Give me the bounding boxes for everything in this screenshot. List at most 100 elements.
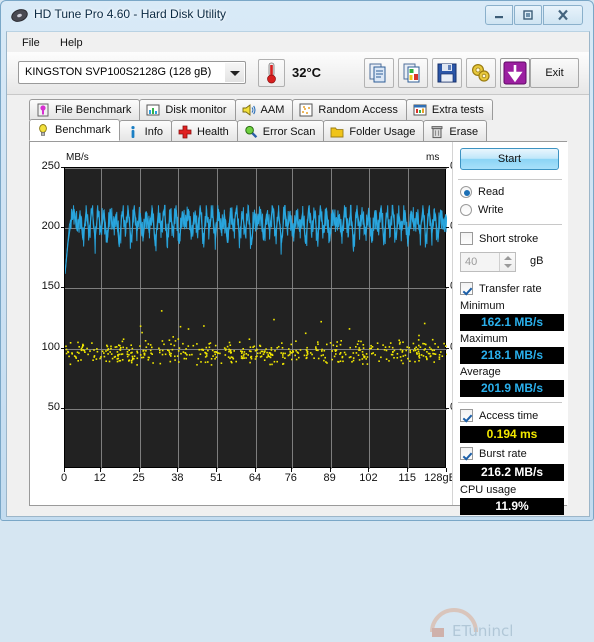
short-stroke-label: Short stroke: [479, 233, 538, 245]
radio-read-indicator[interactable]: [460, 186, 472, 198]
tab-health[interactable]: Health: [171, 120, 238, 142]
bar-chart-icon: [146, 103, 160, 117]
tab-random-access[interactable]: Random Access: [292, 99, 406, 120]
access-time-checkbox[interactable]: [460, 409, 473, 422]
transfer-rate-checkbox[interactable]: [460, 282, 473, 295]
checkbox-access-time[interactable]: Access time: [460, 409, 538, 422]
y-axis-label: MB/s: [66, 152, 89, 163]
magnifier-icon: [244, 125, 258, 139]
menu-help[interactable]: Help: [53, 35, 90, 51]
cpu-usage-label: CPU usage: [460, 484, 516, 496]
title-bar: HD Tune Pro 4.60 - Hard Disk Utility: [1, 1, 593, 31]
tab-erase[interactable]: Erase: [423, 120, 487, 142]
close-icon: [556, 9, 570, 22]
tab-aam[interactable]: AAM: [235, 99, 294, 120]
minimize-button[interactable]: [485, 5, 513, 25]
y-axis-tick: 100: [30, 341, 60, 353]
drive-select-dropdown[interactable]: KINGSTON SVP100S2128G (128 gB): [18, 61, 246, 84]
save-button[interactable]: [432, 58, 462, 88]
tab-label: Erase: [449, 126, 478, 138]
gears-icon: [470, 62, 492, 84]
radio-read-label: Read: [478, 186, 504, 198]
radio-read[interactable]: Read: [460, 186, 504, 198]
divider: [458, 224, 562, 225]
tab-disk-monitor[interactable]: Disk monitor: [139, 99, 235, 120]
cpu-usage-value: 11.9%: [460, 498, 564, 515]
settings-button[interactable]: [466, 58, 496, 88]
x-axis-tick: 12: [83, 472, 117, 484]
stepper-arrows-icon[interactable]: [499, 253, 515, 271]
window-title: HD Tune Pro 4.60 - Hard Disk Utility: [34, 7, 226, 21]
transfer-rate-label: Transfer rate: [479, 283, 542, 295]
tab-label: File Benchmark: [55, 104, 131, 116]
thermometer-icon: [258, 59, 285, 87]
y-axis-tick: 200: [30, 220, 60, 232]
checkbox-short-stroke[interactable]: Short stroke: [460, 232, 538, 245]
average-value: 201.9 MB/s: [460, 380, 564, 397]
menu-bar: File Help: [7, 32, 589, 52]
maximize-icon: [522, 9, 534, 21]
maximum-label: Maximum: [460, 333, 508, 345]
y2-axis-label: ms: [426, 152, 439, 163]
menu-file[interactable]: File: [15, 35, 47, 51]
speaker-icon: [242, 103, 256, 117]
download-button[interactable]: [500, 58, 530, 88]
copy-icon: [368, 62, 390, 84]
plot-area: [64, 167, 446, 468]
drive-select-value: KINGSTON SVP100S2128G (128 gB): [25, 66, 211, 78]
tick-mark: [291, 468, 292, 472]
exit-button[interactable]: Exit: [530, 58, 579, 88]
checkbox-burst-rate[interactable]: Burst rate: [460, 447, 527, 460]
start-button[interactable]: Start: [460, 148, 559, 170]
maximize-button[interactable]: [514, 5, 542, 25]
x-axis-tick: 38: [160, 472, 194, 484]
tab-info[interactable]: Info: [119, 120, 172, 142]
benchmark-chart: MB/s ms 2500.502000.401500.301000.20500.…: [30, 142, 450, 505]
tick-mark: [446, 348, 449, 349]
tick-mark: [446, 468, 447, 472]
tick-mark: [407, 468, 408, 472]
red-cross-icon: [178, 125, 192, 139]
tab-label: Error Scan: [263, 126, 316, 138]
short-stroke-checkbox[interactable]: [460, 232, 473, 245]
radio-write-indicator[interactable]: [460, 204, 472, 216]
checkbox-transfer-rate[interactable]: Transfer rate: [460, 282, 542, 295]
tick-mark: [446, 167, 449, 168]
trash-icon: [430, 125, 444, 139]
tab-extra-tests[interactable]: Extra tests: [406, 99, 493, 120]
tab-row-upper: File Benchmark Disk monitor: [29, 99, 492, 120]
options-panel: Start Read Write Short stroke: [452, 142, 568, 505]
burst-rate-value: 216.2 MB/s: [460, 464, 564, 481]
x-axis-tick: 76: [274, 472, 308, 484]
access-time-label: Access time: [479, 410, 538, 422]
y-axis-tick: 150: [30, 280, 60, 292]
folder-icon: [330, 125, 344, 139]
tick-mark: [330, 468, 331, 472]
tick-mark: [255, 468, 256, 472]
tick-mark: [61, 227, 64, 228]
x-axis-tick: 0: [47, 472, 81, 484]
copy-image-button[interactable]: [398, 58, 428, 88]
tick-mark: [61, 287, 64, 288]
x-axis-tick: 89: [313, 472, 347, 484]
minimum-value: 162.1 MB/s: [460, 314, 564, 331]
tab-label: Folder Usage: [349, 126, 415, 138]
close-button[interactable]: [543, 5, 583, 25]
tabs-area: File Benchmark Disk monitor: [7, 95, 589, 516]
radio-write[interactable]: Write: [460, 204, 503, 216]
tab-label: Health: [197, 126, 229, 138]
panel-divider: [452, 142, 453, 505]
tick-mark: [64, 468, 65, 472]
tab-error-scan[interactable]: Error Scan: [237, 120, 325, 142]
copy-button[interactable]: [364, 58, 394, 88]
tick-mark: [177, 468, 178, 472]
scatter-icon: [299, 103, 313, 117]
tab-benchmark[interactable]: Benchmark: [29, 119, 120, 141]
chevron-down-icon[interactable]: [225, 63, 244, 82]
tab-file-benchmark[interactable]: File Benchmark: [29, 99, 140, 120]
purple-down-arrow-icon: [503, 61, 527, 85]
temperature-value: 32°C: [292, 65, 321, 80]
short-stroke-stepper[interactable]: 40: [460, 252, 516, 272]
tab-folder-usage[interactable]: Folder Usage: [323, 120, 424, 142]
burst-rate-checkbox[interactable]: [460, 447, 473, 460]
